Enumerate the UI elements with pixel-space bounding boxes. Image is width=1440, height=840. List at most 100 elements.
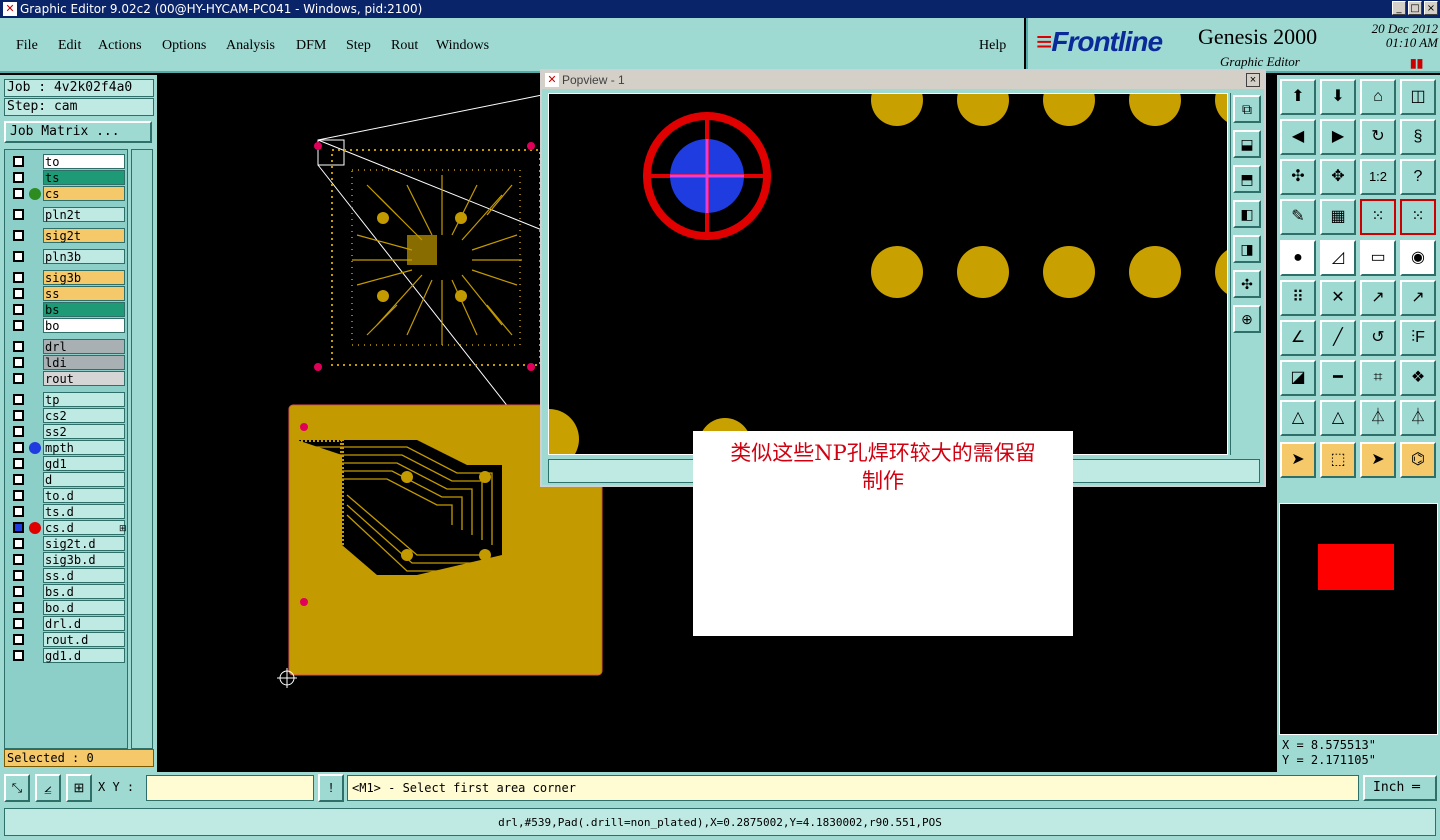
layer-row[interactable]: ts: [7, 170, 125, 185]
triangle-4-icon[interactable]: ⏃: [1400, 400, 1436, 436]
layer-name[interactable]: bs: [43, 302, 125, 317]
xy-input[interactable]: [146, 775, 314, 801]
layer-name[interactable]: pln2t: [43, 207, 125, 222]
layer-row[interactable]: ldi: [7, 355, 125, 370]
rotate-icon[interactable]: ↻: [1360, 119, 1396, 155]
connect-red-blue-icon[interactable]: ↗: [1360, 280, 1396, 316]
layer-name[interactable]: drl: [43, 339, 125, 354]
layer-row[interactable]: sig2t: [7, 228, 125, 243]
pad-add-icon[interactable]: ●: [1280, 240, 1316, 276]
layer-row[interactable]: sig3b: [7, 270, 125, 285]
alert-icon[interactable]: !: [318, 774, 344, 802]
layer-row[interactable]: pln2t: [7, 207, 125, 222]
layer-name[interactable]: ss2: [43, 424, 125, 439]
layer-row[interactable]: drl.d: [7, 616, 125, 631]
net-red-icon[interactable]: ⁙: [1360, 199, 1396, 235]
job-matrix-button[interactable]: Job Matrix ...: [4, 121, 152, 143]
layer-checkbox[interactable]: [13, 442, 24, 453]
route-icon[interactable]: ⌬: [1400, 442, 1436, 478]
layer-name[interactable]: to.d: [43, 488, 125, 503]
layer-name[interactable]: rout: [43, 371, 125, 386]
measure-icon[interactable]: ⦤: [35, 774, 61, 802]
blue-red-arrow-icon[interactable]: ↗: [1400, 280, 1436, 316]
layer-row[interactable]: to: [7, 154, 125, 169]
grid-icon[interactable]: ▦: [1320, 199, 1356, 235]
layer-checkbox[interactable]: [13, 410, 24, 421]
layer-name[interactable]: ss: [43, 286, 125, 301]
layer-row[interactable]: sig2t.d: [7, 536, 125, 551]
window-icon[interactable]: ◫: [1400, 79, 1436, 115]
unit-selector[interactable]: Inch ═: [1363, 775, 1437, 801]
layer-row[interactable]: bs.d: [7, 584, 125, 599]
layer-row[interactable]: ss2: [7, 424, 125, 439]
layer-name[interactable]: tp: [43, 392, 125, 407]
layer-scrollbar[interactable]: [131, 149, 153, 749]
popview-close-button[interactable]: ×: [1246, 73, 1260, 87]
layer-name[interactable]: sig2t: [43, 228, 125, 243]
layer-name[interactable]: bo: [43, 318, 125, 333]
layer-name[interactable]: sig3b: [43, 270, 125, 285]
layer-row[interactable]: cs.d ⊞: [7, 520, 127, 535]
menu-analysis[interactable]: Analysis: [226, 38, 275, 54]
popview-window[interactable]: ✕ Popview - 1 × ⧉ ⬓ ⬒ ◧ ◨ ✣ ⊕: [540, 69, 1266, 487]
menu-rout[interactable]: Rout: [391, 38, 418, 54]
scale-1-2-icon[interactable]: 1:2: [1360, 159, 1396, 195]
menu-edit[interactable]: Edit: [58, 38, 81, 54]
right-box-icon[interactable]: ▶: [1320, 119, 1356, 155]
zoom-fit-icon[interactable]: ✣: [1280, 159, 1316, 195]
layer-checkbox[interactable]: [13, 634, 24, 645]
ruler-icon[interactable]: ▭: [1360, 240, 1396, 276]
house-icon[interactable]: ⌂: [1360, 79, 1396, 115]
layer-checkbox[interactable]: [13, 474, 24, 485]
layer-name[interactable]: ts: [43, 170, 125, 185]
popview-tool-5-icon[interactable]: ◨: [1233, 235, 1261, 263]
layer-checkbox[interactable]: [13, 209, 24, 220]
cross-node-icon[interactable]: ✕: [1320, 280, 1356, 316]
layer-checkbox[interactable]: [13, 490, 24, 501]
layer-row[interactable]: gd1: [7, 456, 125, 471]
layer-checkbox[interactable]: [13, 251, 24, 262]
layer-checkbox[interactable]: [13, 320, 24, 331]
left-box-icon[interactable]: ◀: [1280, 119, 1316, 155]
layer-row[interactable]: ss.d: [7, 568, 125, 583]
line-icon[interactable]: ╱: [1320, 320, 1356, 356]
layer-row[interactable]: ss: [7, 286, 125, 301]
layer-row[interactable]: cs2: [7, 408, 125, 423]
layer-checkbox[interactable]: [13, 538, 24, 549]
layer-row[interactable]: bo: [7, 318, 125, 333]
layer-checkbox[interactable]: [13, 570, 24, 581]
layer-row[interactable]: mpth: [7, 440, 125, 455]
blob-icon[interactable]: ❖: [1400, 360, 1436, 396]
layer-checkbox[interactable]: [13, 230, 24, 241]
layer-checkbox[interactable]: [13, 172, 24, 183]
layer-checkbox[interactable]: [13, 188, 24, 199]
menu-options[interactable]: Options: [162, 38, 206, 54]
triangle-1-icon[interactable]: △: [1280, 400, 1316, 436]
layer-name[interactable]: ldi: [43, 355, 125, 370]
overview-map[interactable]: [1279, 503, 1438, 735]
menu-windows[interactable]: Windows: [436, 38, 489, 54]
zoom-box-icon[interactable]: ⤡: [4, 774, 30, 802]
layer-checkbox[interactable]: [13, 650, 24, 661]
layer-row[interactable]: pln3b: [7, 249, 125, 264]
layer-row[interactable]: bo.d: [7, 600, 125, 615]
layer-name[interactable]: cs2: [43, 408, 125, 423]
layer-checkbox[interactable]: [13, 602, 24, 613]
layer-row[interactable]: gd1.d: [7, 648, 125, 663]
menu-file[interactable]: File: [16, 38, 38, 54]
grid-snap-icon[interactable]: ⊞: [66, 774, 92, 802]
angle-icon[interactable]: ∠: [1280, 320, 1316, 356]
line-red-icon[interactable]: ━: [1320, 360, 1356, 396]
triangle-2-icon[interactable]: △: [1320, 400, 1356, 436]
layer-checkbox[interactable]: [13, 522, 24, 533]
text-f-icon[interactable]: ⫶F: [1400, 320, 1436, 356]
menu-step[interactable]: Step: [346, 38, 371, 54]
measure-tool-icon[interactable]: ✎: [1280, 199, 1316, 235]
node-blue-icon[interactable]: ⠿: [1280, 280, 1316, 316]
circle-icon[interactable]: ◉: [1400, 240, 1436, 276]
layer-name[interactable]: cs: [43, 186, 125, 201]
layer-row[interactable]: rout.d: [7, 632, 125, 647]
popview-tool-1-icon[interactable]: ⧉: [1233, 95, 1261, 123]
layer-name[interactable]: gd1: [43, 456, 125, 471]
layer-row[interactable]: d: [7, 472, 125, 487]
